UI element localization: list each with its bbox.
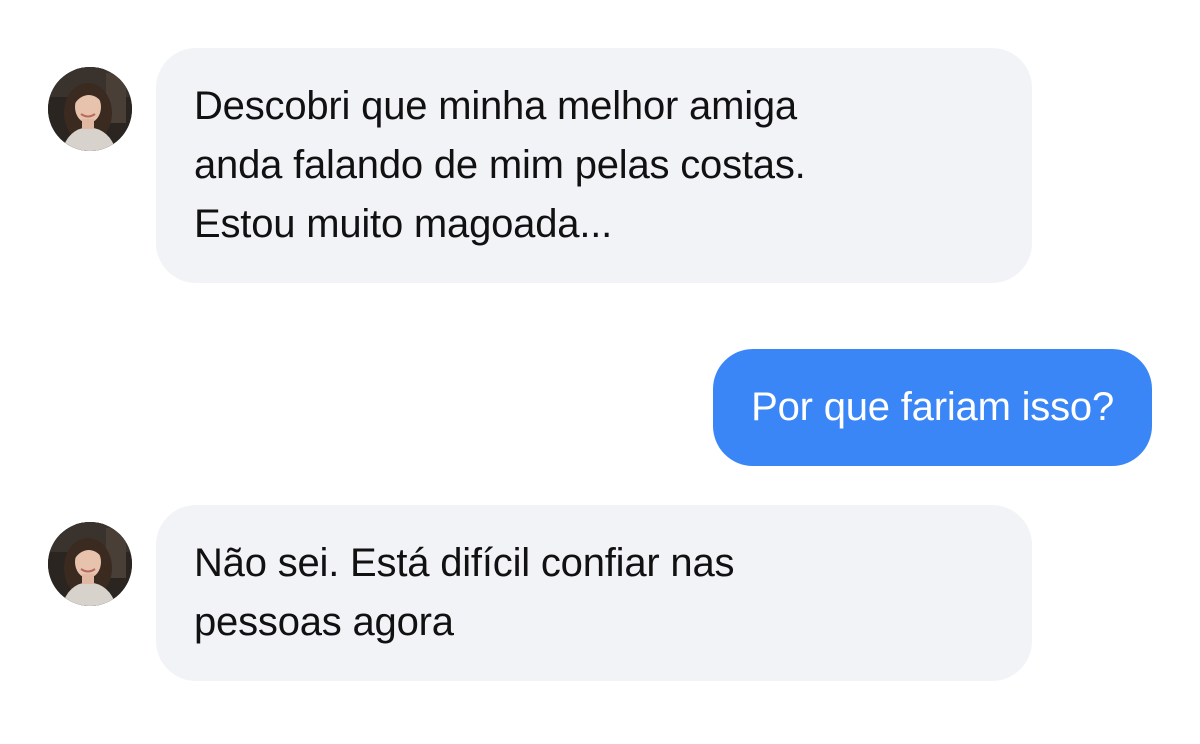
chat-thread: Descobri que minha melhor amiga anda fal… [0,0,1200,744]
message-text-line: Por que fariam isso? [751,385,1114,429]
incoming-message-bubble[interactable]: Não sei. Está difícil confiar nas pessoa… [156,505,1032,681]
message-text-line: pessoas agora [194,600,454,644]
incoming-message-bubble[interactable]: Descobri que minha melhor amiga anda fal… [156,48,1032,283]
message-text-line: Estou muito magoada... [194,202,613,246]
message-text-line: anda falando de mim pelas costas. [194,143,806,187]
contact-avatar[interactable] [48,67,132,151]
woman-portrait-avatar-icon [48,67,132,151]
woman-portrait-avatar-icon [48,522,132,606]
message-text-line: Não sei. Está difícil confiar nas [194,541,735,585]
outgoing-message-bubble[interactable]: Por que fariam isso? [713,349,1152,466]
message-text-line: Descobri que minha melhor amiga [194,84,797,128]
contact-avatar[interactable] [48,522,132,606]
